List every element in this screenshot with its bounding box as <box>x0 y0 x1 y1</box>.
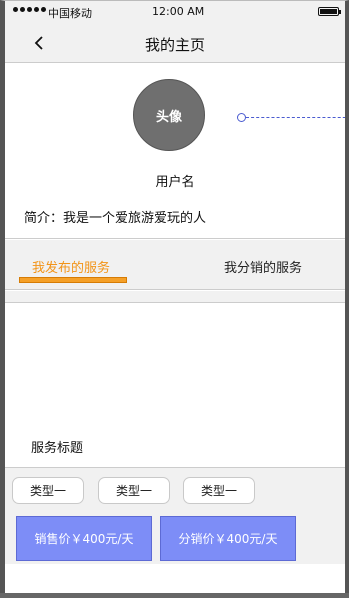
section-divider <box>5 291 345 303</box>
tab-published-services[interactable]: 我发布的服务 <box>32 257 110 276</box>
service-card-footer: 类型一 类型一 类型一 销售价￥400元/天 分销价￥400元/天 <box>5 467 345 564</box>
battery-icon <box>318 7 341 16</box>
signal-dots-icon <box>13 7 46 12</box>
bottom-edge <box>0 593 349 598</box>
navigation-bar: 我的主页 <box>5 23 345 63</box>
type-tag[interactable]: 类型一 <box>98 477 170 504</box>
type-tag[interactable]: 类型一 <box>183 477 255 504</box>
status-time: 12:00 AM <box>152 5 205 18</box>
status-bar: 中国移动 12:00 AM <box>5 1 345 23</box>
bio-text: 简介：我是一个爱旅游爱玩的人 <box>24 211 207 226</box>
username: 用户名 <box>155 175 195 190</box>
avatar-label: 头像 <box>155 109 182 125</box>
profile-section: 头像 用户名 简介：我是一个爱旅游爱玩的人 <box>5 63 345 239</box>
page-title: 我的主页 <box>144 36 205 54</box>
active-tab-indicator <box>19 277 127 283</box>
type-tag[interactable]: 类型一 <box>12 477 84 504</box>
service-title: 服务标题 <box>31 441 84 456</box>
sale-price-button[interactable]: 销售价￥400元/天 <box>16 516 152 561</box>
service-card[interactable]: 服务标题 类型一 类型一 类型一 销售价￥400元/天 分销价￥400元/天 <box>5 304 345 564</box>
service-tabs: 我发布的服务 我分销的服务 <box>5 240 345 290</box>
annotation-dot <box>237 113 246 122</box>
tab-distributed-services[interactable]: 我分销的服务 <box>224 257 302 276</box>
annotation-line <box>246 117 345 118</box>
avatar[interactable]: 头像 <box>133 79 205 151</box>
distribution-price-button[interactable]: 分销价￥400元/天 <box>160 516 296 561</box>
phone-frame: 中国移动 12:00 AM 我的主页 头像 用户名 简介：我是一个爱旅游爱玩的人… <box>0 0 349 598</box>
carrier-name: 中国移动 <box>48 7 92 20</box>
